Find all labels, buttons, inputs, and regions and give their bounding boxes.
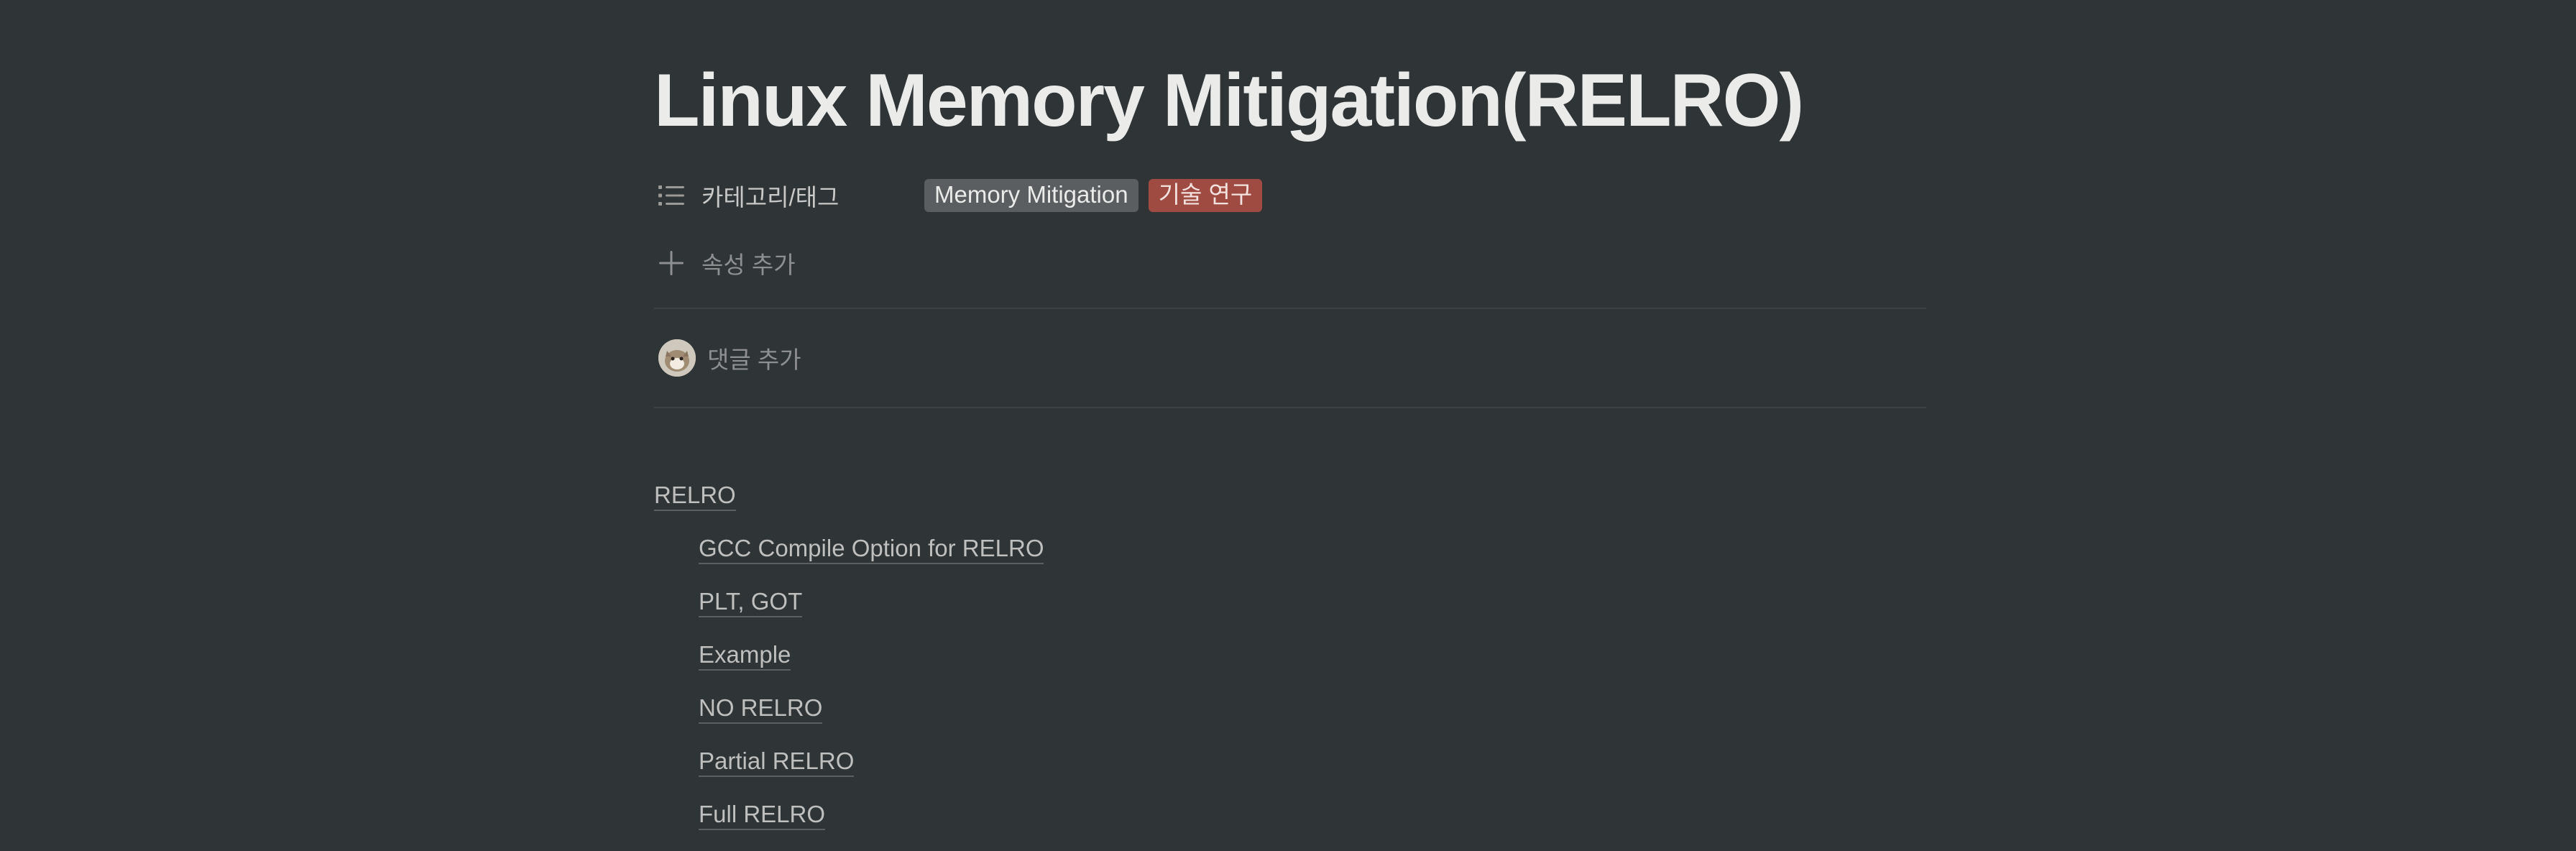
tag-memory-mitigation[interactable]: Memory Mitigation: [924, 179, 1138, 212]
toc-item-partial-relro[interactable]: Partial RELRO: [699, 735, 1044, 788]
list-icon: [654, 178, 689, 213]
toc-item-relro[interactable]: RELRO: [654, 469, 1044, 522]
page-title[interactable]: Linux Memory Mitigation(RELRO): [654, 58, 1804, 144]
toc-item-gcc-compile-option[interactable]: GCC Compile Option for RELRO: [699, 522, 1044, 575]
comment-input[interactable]: 댓글 추가: [707, 341, 801, 375]
property-row-tags[interactable]: 카테고리/태그 Memory Mitigation 기술 연구: [654, 170, 1926, 221]
divider: [654, 407, 1926, 408]
tag-list[interactable]: Memory Mitigation 기술 연구: [924, 179, 1263, 212]
property-label-tags: 카테고리/태그: [702, 184, 840, 211]
toc-item-plt-got[interactable]: PLT, GOT: [699, 575, 1044, 628]
divider: [654, 308, 1926, 309]
add-property-button[interactable]: 속성 추가: [654, 237, 1926, 289]
toc-item-full-relro[interactable]: Full RELRO: [699, 788, 1044, 841]
toc-item-no-relro[interactable]: NO RELRO: [699, 681, 1044, 735]
comment-row[interactable]: 댓글 추가: [654, 335, 801, 381]
add-property-label: 속성 추가: [702, 252, 796, 278]
table-of-contents: RELRO GCC Compile Option for RELRO PLT, …: [654, 469, 1044, 841]
toc-item-example[interactable]: Example: [699, 628, 1044, 681]
tag-tech-research[interactable]: 기술 연구: [1148, 179, 1263, 212]
avatar: [658, 339, 696, 377]
plus-icon: [654, 246, 689, 280]
